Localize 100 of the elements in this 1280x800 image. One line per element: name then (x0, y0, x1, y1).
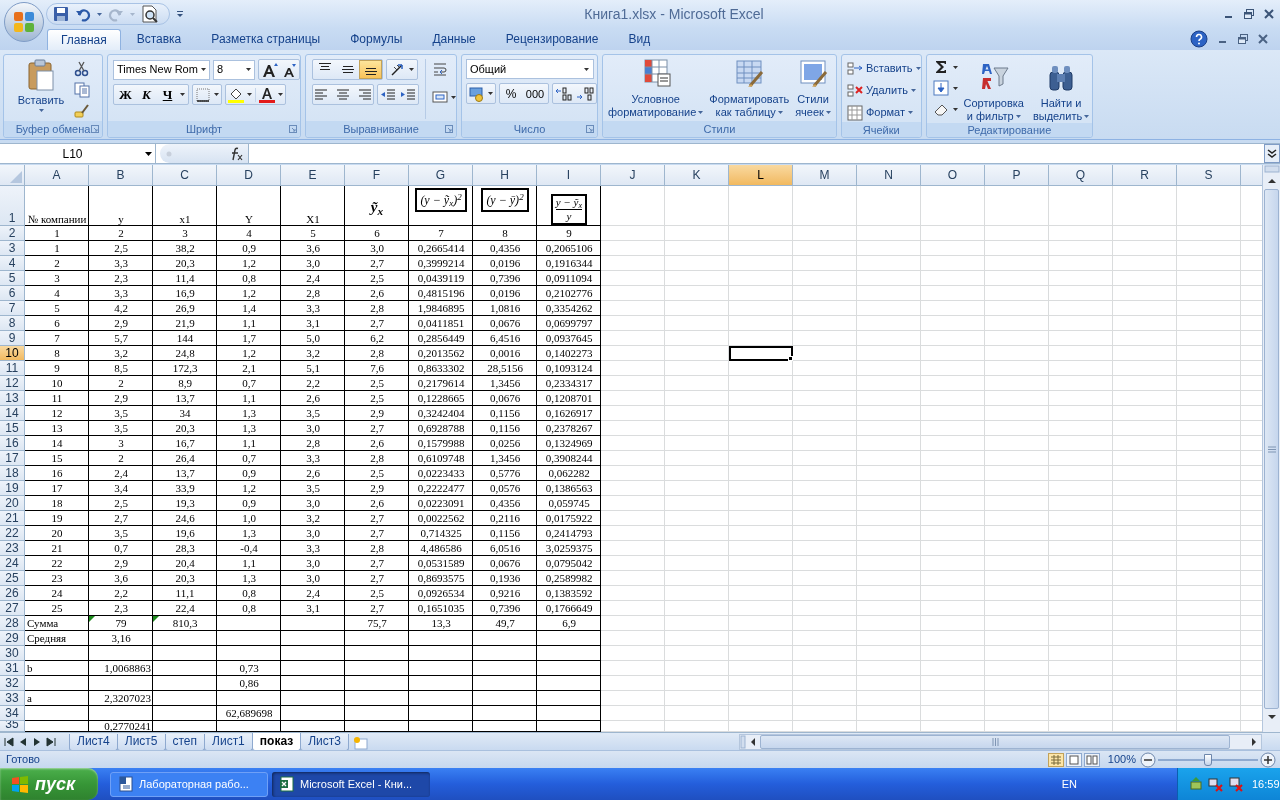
column-header[interactable]: P (985, 165, 1049, 185)
row-header[interactable]: 3 (0, 241, 25, 256)
column-header[interactable]: E (281, 165, 345, 185)
row-header[interactable]: 2 (0, 226, 25, 241)
row-header[interactable]: 1 (0, 186, 25, 226)
row-header[interactable]: 24 (0, 556, 25, 571)
column-header[interactable]: C (153, 165, 217, 185)
row-header[interactable]: 11 (0, 361, 25, 376)
row-header[interactable]: 18 (0, 466, 25, 481)
align-right-icon[interactable] (357, 86, 373, 103)
align-center-icon[interactable] (335, 86, 351, 103)
row-header[interactable]: 30 (0, 646, 25, 661)
taskbar-button[interactable]: Microsoft Excel - Кни... (272, 771, 430, 797)
shrink-font-icon[interactable] (281, 61, 297, 78)
ribbon-tab[interactable]: Формулы (336, 29, 417, 50)
row-header[interactable]: 6 (0, 286, 25, 301)
column-header[interactable]: J (601, 165, 665, 185)
column-header[interactable]: N (857, 165, 921, 185)
ribbon-tab[interactable]: Главная (47, 29, 121, 50)
row-header[interactable]: 32 (0, 676, 25, 691)
restore-icon[interactable] (1238, 34, 1248, 44)
increase-indent-icon[interactable] (400, 86, 416, 103)
thousands-button[interactable]: 000 (522, 84, 548, 103)
column-header[interactable]: F (345, 165, 409, 185)
sheet-tab[interactable]: Лист4 (69, 733, 118, 751)
ribbon-button[interactable]: Условное форматирование (605, 55, 707, 121)
decrease-indent-icon[interactable] (380, 86, 396, 103)
font-color-icon[interactable] (259, 86, 275, 103)
row-header[interactable]: 26 (0, 586, 25, 601)
close-icon[interactable] (1264, 9, 1274, 19)
normal-view-icon[interactable] (1047, 752, 1064, 767)
row-header[interactable]: 8 (0, 316, 25, 331)
sheet-tab[interactable]: Лист1 (204, 733, 253, 751)
ribbon-button[interactable]: Сортировка и фильтр (960, 59, 1027, 123)
copy-icon[interactable] (74, 82, 90, 98)
format-painter-icon[interactable] (74, 103, 90, 119)
start-button[interactable]: пуск (0, 768, 98, 800)
row-header[interactable]: 14 (0, 406, 25, 421)
last-sheet-icon[interactable] (45, 735, 57, 748)
scrollbar-thumb[interactable] (1264, 189, 1279, 709)
ribbon-button[interactable]: Формат (846, 103, 921, 122)
split-handle-icon[interactable] (1263, 165, 1280, 173)
column-header[interactable]: B (89, 165, 153, 185)
row-header[interactable]: 12 (0, 376, 25, 391)
fill-color-icon[interactable] (228, 86, 244, 103)
row-header[interactable]: 23 (0, 541, 25, 556)
language-indicator[interactable]: EN (1061, 775, 1077, 793)
italic-button[interactable]: К (136, 85, 157, 104)
sheet-tab[interactable]: показ (251, 732, 302, 751)
ribbon-button[interactable]: Вставить (846, 59, 921, 78)
zoom-out-icon[interactable] (1140, 751, 1156, 768)
fill-down-icon[interactable] (932, 80, 949, 96)
name-box[interactable]: L10 (0, 144, 156, 163)
scissors-icon[interactable] (74, 61, 90, 77)
column-header[interactable]: O (921, 165, 985, 185)
row-header[interactable]: 10 (0, 346, 25, 361)
split-handle-icon[interactable] (740, 734, 746, 749)
ribbon-button[interactable]: Стили ячеек (792, 55, 834, 121)
row-header[interactable]: 20 (0, 496, 25, 511)
font-size-dropdown[interactable]: 8 (213, 59, 255, 80)
sheet-tab[interactable]: степ (164, 733, 206, 751)
percent-button[interactable]: % (500, 84, 522, 103)
column-header[interactable]: G (409, 165, 473, 185)
ribbon-tab[interactable]: Рецензирование (491, 29, 613, 50)
undo-icon[interactable] (75, 6, 91, 22)
row-header[interactable]: 4 (0, 256, 25, 271)
row-header[interactable]: 22 (0, 526, 25, 541)
currency-icon[interactable] (469, 85, 485, 102)
office-button[interactable] (4, 2, 44, 42)
row-header[interactable]: 15 (0, 421, 25, 436)
column-header[interactable]: I (537, 165, 601, 185)
align-bottom-button[interactable] (359, 60, 382, 79)
row-header[interactable]: 21 (0, 511, 25, 526)
underline-button[interactable]: Ч (157, 85, 178, 104)
row-header[interactable]: 34 (0, 706, 25, 721)
restore-icon[interactable] (1244, 9, 1254, 19)
taskbar-button[interactable]: Лабораторная рабо... (110, 771, 268, 797)
network-disconnected-icon[interactable] (1228, 776, 1244, 792)
ribbon-button[interactable]: Форматировать как таблицу (706, 55, 793, 121)
vertical-scrollbar[interactable] (1262, 165, 1280, 732)
merge-cells-icon[interactable] (432, 89, 448, 105)
row-header[interactable]: 17 (0, 451, 25, 466)
row-header[interactable]: 5 (0, 271, 25, 286)
decrease-decimal-icon[interactable] (576, 85, 594, 102)
zoom-in-icon[interactable] (1260, 751, 1276, 768)
font-name-dropdown[interactable]: Times New Rom (113, 59, 210, 80)
customize-toolbar-icon[interactable] (176, 10, 184, 18)
column-header[interactable]: S (1177, 165, 1241, 185)
row-header[interactable]: 7 (0, 301, 25, 316)
column-header[interactable]: R (1113, 165, 1177, 185)
horizontal-scrollbar[interactable] (739, 733, 1262, 750)
close-icon[interactable] (1258, 34, 1268, 44)
row-header[interactable]: 13 (0, 391, 25, 406)
first-sheet-icon[interactable] (3, 735, 15, 748)
ribbon-tab[interactable]: Данные (418, 29, 490, 50)
orientation-icon[interactable] (390, 61, 406, 78)
row-header[interactable]: 31 (0, 661, 25, 676)
grow-font-icon[interactable] (261, 61, 279, 78)
ribbon-tab[interactable]: Вид (614, 29, 665, 50)
column-header[interactable]: Q (1049, 165, 1113, 185)
